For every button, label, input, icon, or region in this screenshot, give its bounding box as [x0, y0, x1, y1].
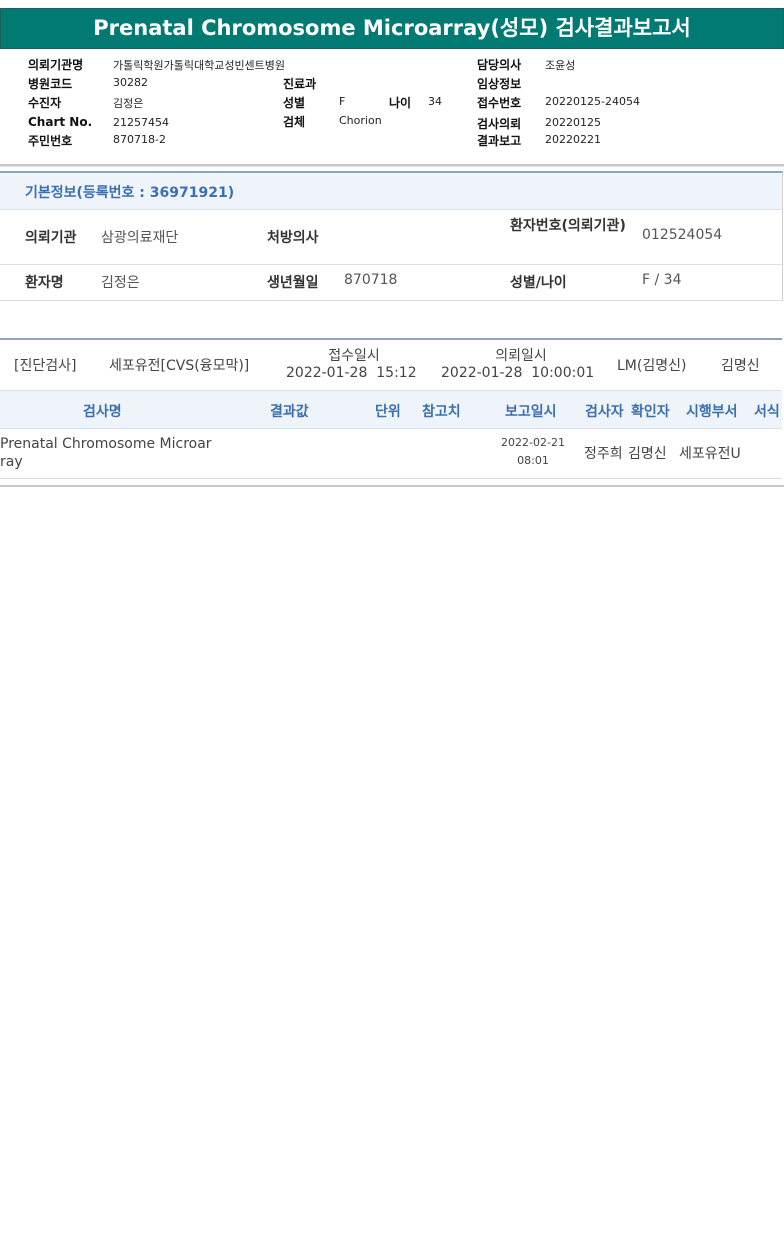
row-confirmer: 김명신	[628, 446, 667, 462]
order-confirmer: 김명신	[721, 358, 760, 374]
order-category: [진단검사]	[14, 358, 77, 374]
age-label: 나이	[389, 96, 412, 110]
sex-label: 성별	[283, 96, 306, 110]
report-title: Prenatal Chromosome Microarray(성모) 검사결과보…	[0, 8, 784, 49]
resident-no-label: 주민번호	[28, 134, 73, 148]
bottom-divider	[0, 485, 784, 487]
sex-age-value: F / 34	[642, 272, 682, 288]
clinical-info-label: 임상정보	[477, 77, 522, 91]
specimen-label: 검체	[283, 115, 306, 129]
basic-info-section: 기본정보(등록번호 : 36971921) 의뢰기관 삼광의료재단 처방의사 환…	[0, 171, 783, 301]
result-report-value: 20220221	[545, 133, 601, 146]
institution-label: 의뢰기관명	[28, 58, 84, 72]
col-dept: 시행부서	[686, 404, 738, 420]
report-header: Prenatal Chromosome Microarray(성모) 검사결과보…	[0, 0, 784, 166]
chart-no-value: 21257454	[113, 116, 169, 129]
row-test-name: Prenatal Chromosome Microarray	[0, 436, 212, 470]
sex-age-label: 성별/나이	[510, 275, 567, 291]
patient-label: 수진자	[28, 96, 62, 110]
birth-label: 생년월일	[267, 275, 319, 291]
test-request-label: 검사의뢰	[477, 117, 522, 131]
col-confirmer: 확인자	[631, 404, 670, 420]
row-divider	[0, 264, 782, 265]
institution-value: 가톨릭학원가톨릭대학교성빈센트병원	[113, 59, 286, 72]
patient-no-label: 환자번호(의뢰기관)	[510, 218, 626, 234]
col-unit: 단위	[375, 404, 401, 420]
patient-name-value: 김정은	[101, 275, 140, 291]
doctor-label: 담당의사	[477, 58, 522, 72]
row-report-time: 08:01	[517, 454, 549, 467]
results-table-header: 검사명 결과값 단위 참고치 보고일시 검사자 확인자 시행부서 서식	[0, 390, 782, 429]
dept-label: 진료과	[283, 77, 317, 91]
patient-value: 김정은	[113, 97, 144, 110]
order-row[interactable]: [진단검사] 세포유전[CVS(융모막)] 접수일시 2022-01-28 15…	[0, 338, 782, 392]
received-label: 접수일시	[328, 348, 380, 364]
col-tester: 검사자	[585, 404, 624, 420]
receipt-no-label: 접수번호	[477, 96, 522, 110]
result-report-label: 결과보고	[477, 134, 522, 148]
doctor-value: 조윤성	[545, 59, 576, 72]
req-institution-value: 삼광의료재단	[101, 230, 179, 246]
hospital-code-value: 30282	[113, 76, 148, 89]
chart-no-label: Chart No.	[28, 115, 93, 129]
table-row[interactable]: Prenatal Chromosome Microarray 2022-02-2…	[0, 428, 782, 479]
row-tester: 정주희	[584, 446, 623, 462]
basic-info-header: 기본정보(등록번호 : 36971921)	[0, 173, 782, 210]
specimen-value: Chorion	[339, 114, 382, 127]
col-reference: 참고치	[422, 404, 461, 420]
requested-label: 의뢰일시	[495, 348, 547, 364]
prescriber-label: 처방의사	[267, 230, 319, 246]
resident-no-value: 870718-2	[113, 133, 166, 146]
row-report-date: 2022-02-21	[501, 436, 565, 449]
row-divider	[0, 300, 782, 301]
received-value: 2022-01-28 15:12	[286, 365, 417, 381]
requested-value: 2022-01-28 10:00:01	[441, 365, 595, 381]
col-result: 결과값	[270, 404, 309, 420]
basic-info-title: 기본정보(등록번호 : 36971921)	[25, 185, 235, 201]
order-lab: LM(김명신)	[617, 358, 687, 374]
hospital-code-label: 병원코드	[28, 77, 73, 91]
col-test-name: 검사명	[83, 404, 122, 420]
row-dept: 세포유전U	[679, 446, 741, 462]
sex-value: F	[339, 95, 346, 108]
patient-no-value: 012524054	[642, 227, 723, 243]
birth-value: 870718	[344, 272, 398, 288]
test-request-value: 20220125	[545, 116, 601, 129]
age-value: 34	[428, 95, 442, 108]
receipt-no-value: 20220125-24054	[545, 95, 640, 108]
order-test: 세포유전[CVS(융모막)]	[109, 358, 250, 374]
col-report-date: 보고일시	[505, 404, 557, 420]
col-form: 서식	[754, 404, 780, 420]
patient-name-label: 환자명	[25, 275, 64, 291]
req-institution-label: 의뢰기관	[25, 230, 77, 246]
